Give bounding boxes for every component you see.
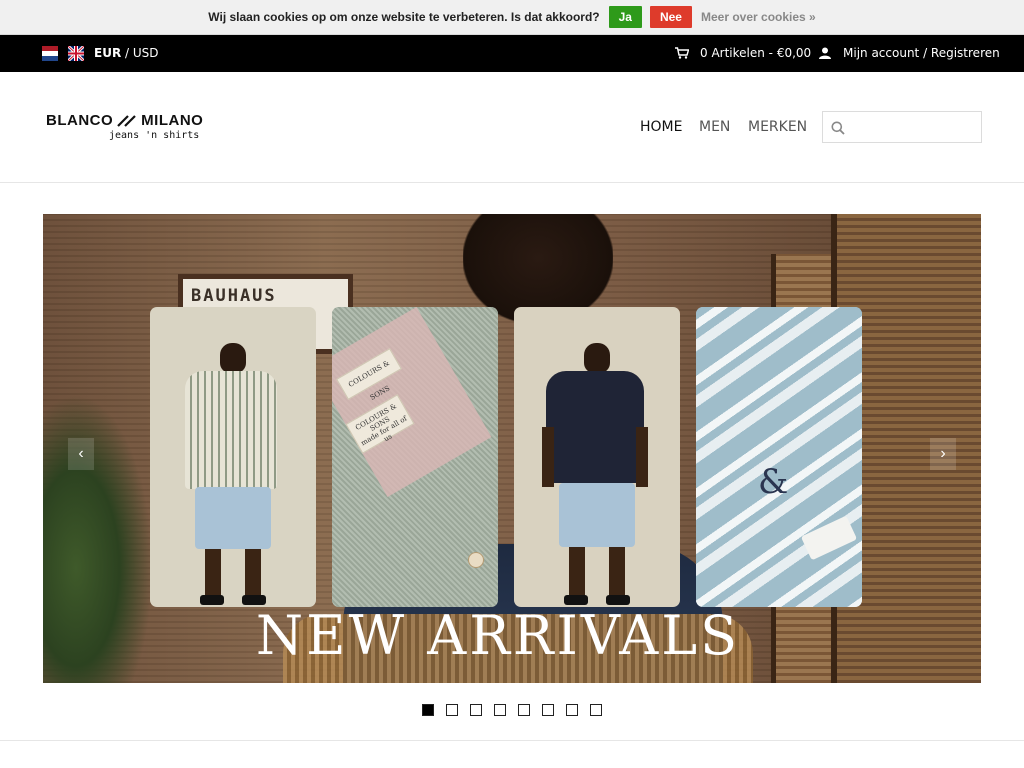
account-link[interactable]: Mijn account / Registreren [819,46,1000,60]
cookie-message: Wij slaan cookies op om onze website te … [208,10,600,24]
slider-dot-8[interactable] [590,704,602,716]
slider-next-button[interactable]: › [930,438,956,470]
nl-flag-icon[interactable] [42,46,58,61]
nav-merken[interactable]: MERKEN [748,119,807,135]
logo-slash-icon [117,114,136,127]
hero-slider[interactable]: BAUHAUS COLOURS & SONS COLOURS & SONS ma… [43,214,981,683]
user-icon [819,47,831,59]
poster-text: BAUHAUS [191,286,277,306]
slider-pagination [422,704,614,716]
search-box [822,111,982,143]
product-photo-2: COLOURS & SONS COLOURS & SONS made for a… [332,307,498,607]
nav-men[interactable]: MEN [699,119,730,135]
cart-icon [675,47,689,59]
search-input[interactable] [851,116,977,138]
slider-dot-3[interactable] [470,704,482,716]
top-bar: EUR / USD 0 Artikelen - €0,00 Mijn accou… [0,35,1024,72]
uk-flag-icon[interactable] [68,46,84,61]
brand-ampersand: & [758,462,789,502]
currency-eur[interactable]: EUR [94,46,121,60]
cart-link[interactable]: 0 Artikelen - €0,00 [675,46,811,60]
slider-dot-5[interactable] [518,704,530,716]
slider-dot-1[interactable] [422,704,434,716]
account-label: Mijn account / Registreren [843,46,1000,60]
chevron-left-icon: ‹ [78,445,84,462]
cookie-more-link[interactable]: Meer over cookies » [701,10,816,24]
search-icon[interactable] [831,121,845,135]
product-photo-1 [150,307,316,607]
cookie-accept-button[interactable]: Ja [608,6,642,28]
currency-usd[interactable]: USD [133,46,159,60]
logo-tagline: jeans 'n shirts [109,130,200,141]
slider-prev-button[interactable]: ‹ [68,438,94,470]
currency-switcher: EUR / USD [94,46,159,60]
slider-dot-6[interactable] [542,704,554,716]
cookie-decline-button[interactable]: Nee [649,6,692,28]
product-photo-3 [514,307,680,607]
logo-text-right: MILANO [141,112,204,129]
cart-summary: 0 Artikelen - €0,00 [700,46,812,60]
currency-separator: / [121,46,133,60]
logo-text-left: BLANCO [46,112,114,129]
product-photo-4: & [696,307,862,607]
nav-home[interactable]: HOME [640,119,682,135]
site-header: BLANCO MILANO jeans 'n shirts HOME MEN M… [0,72,1024,183]
section-divider [0,740,1024,741]
slider-dot-2[interactable] [446,704,458,716]
slider-dot-7[interactable] [566,704,578,716]
slider-dot-4[interactable] [494,704,506,716]
chevron-right-icon: › [940,445,946,462]
hero-title: NEW ARRIVALS [255,604,741,667]
cookie-bar: Wij slaan cookies op om onze website te … [0,0,1024,35]
site-logo[interactable]: BLANCO MILANO jeans 'n shirts [46,112,240,146]
